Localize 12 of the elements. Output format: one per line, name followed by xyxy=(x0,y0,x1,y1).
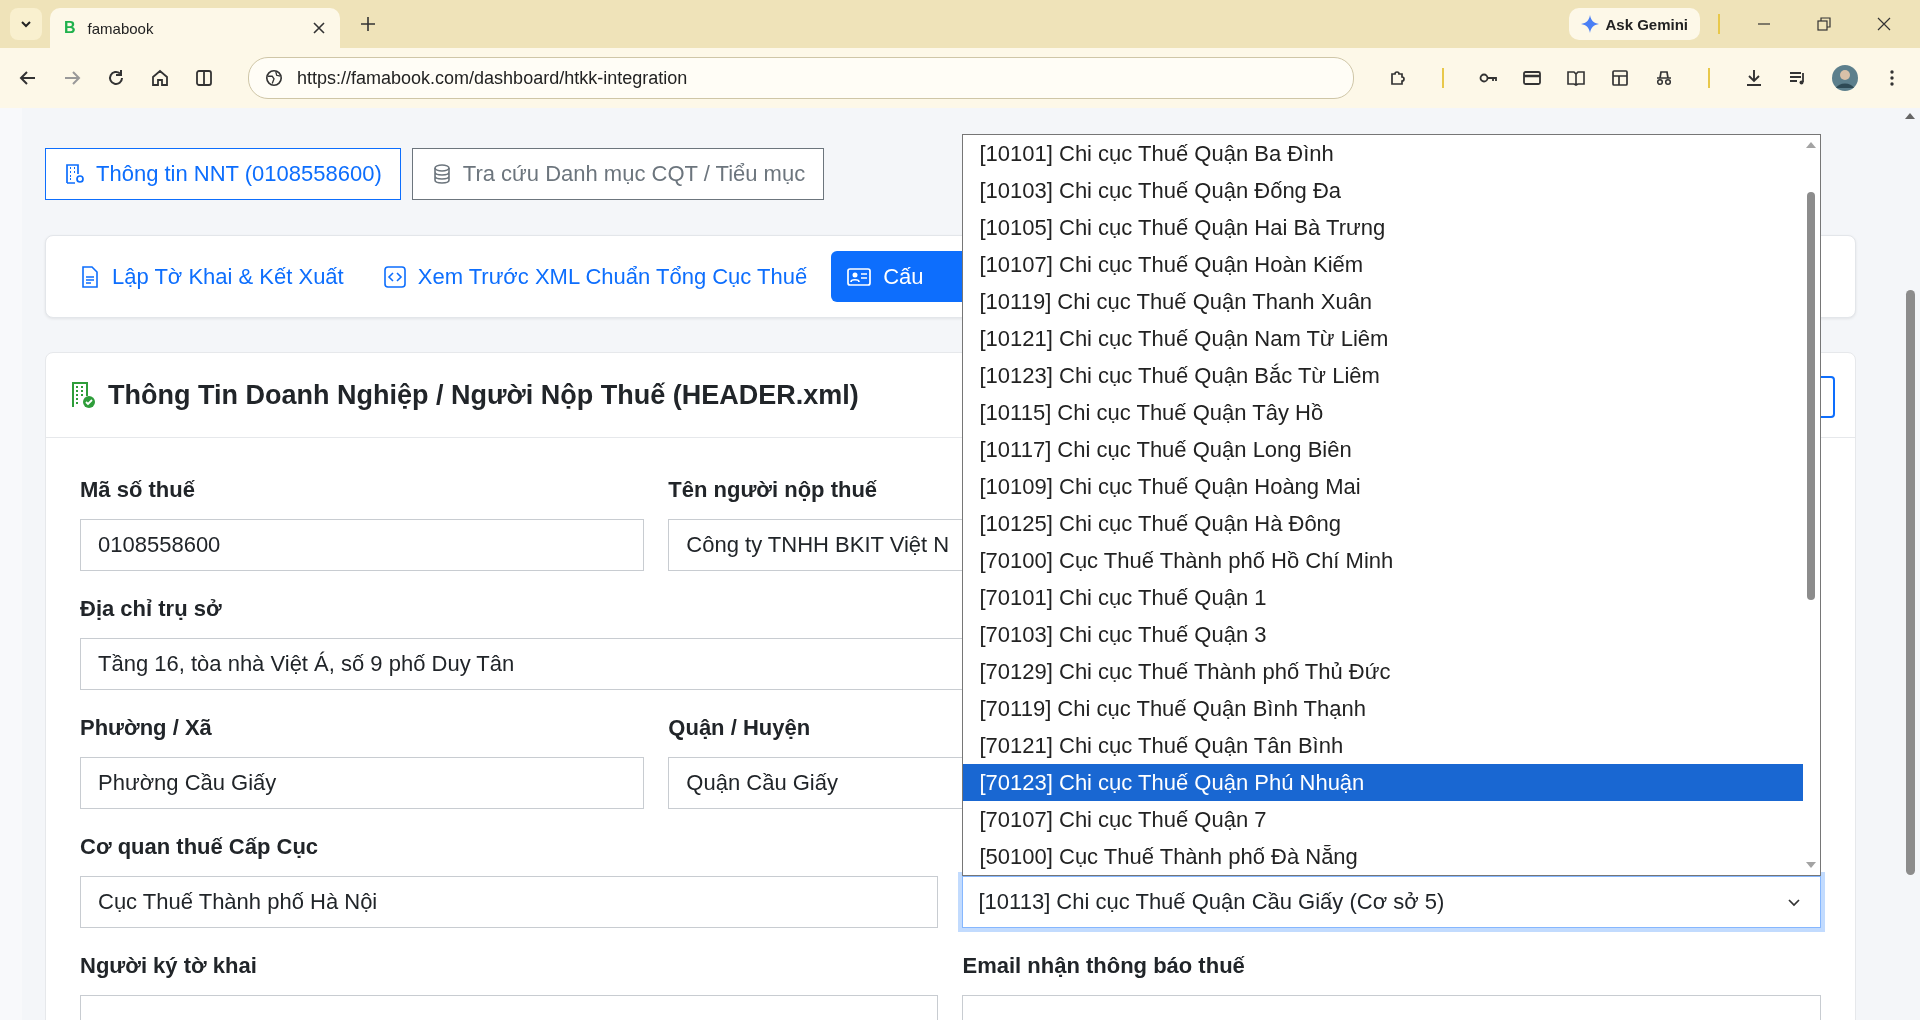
field-label: Phường / Xã xyxy=(80,714,212,742)
field-label: Quận / Huyện xyxy=(668,714,811,742)
field-label: Tên người nộp thuế xyxy=(668,476,878,504)
tab-title: famabook xyxy=(87,19,155,37)
field-label: Cơ quan thuế Cấp Cục xyxy=(80,833,319,861)
url-text: https://famabook.com/dashboard/htkk-integration xyxy=(297,67,688,89)
field-label: Mã số thuế xyxy=(80,476,195,504)
favicon: B xyxy=(64,19,76,37)
field-label: Người ký tờ khai xyxy=(80,952,257,980)
field-label: Email nhận thông báo thuế xyxy=(962,952,1245,980)
field-label: Địa chỉ trụ sở xyxy=(80,595,222,623)
section-title: Thông Tin Doanh Nghiệp / Người Nộp Thuế (HEADER.xml) xyxy=(108,379,859,411)
